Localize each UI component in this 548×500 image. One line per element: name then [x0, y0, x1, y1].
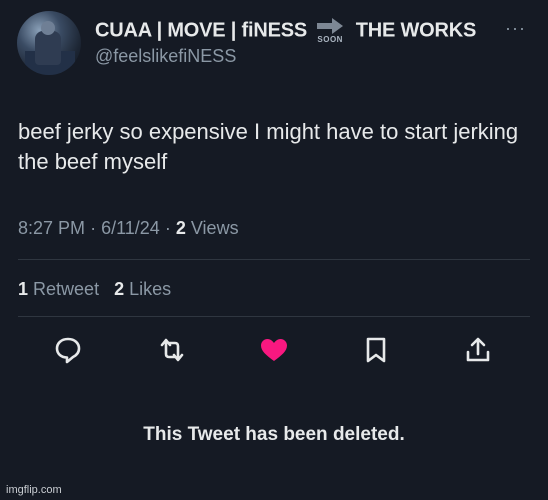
bookmark-icon[interactable]: [358, 332, 394, 368]
display-name-part1: CUAA | MOVE | fiNESS: [95, 19, 308, 42]
tweet-date[interactable]: 6/11/24: [101, 218, 160, 238]
retweet-icon[interactable]: [154, 332, 190, 368]
views-count: 2: [175, 218, 186, 238]
display-name[interactable]: CUAA | MOVE | fiNESS SOON THE WORKS: [95, 17, 476, 45]
likes-count: 2: [114, 279, 125, 299]
more-options-icon[interactable]: ···: [505, 18, 526, 39]
user-handle[interactable]: @feelslikefiNESS: [95, 46, 236, 67]
action-bar: [0, 332, 548, 368]
retweets-label: Retweet: [33, 279, 100, 299]
divider: [18, 316, 530, 317]
likes-stat[interactable]: 2 Likes: [114, 279, 171, 299]
tweet-text: beef jerky so expensive I might have to …: [18, 119, 519, 174]
retweets-stat[interactable]: 1 Retweet: [18, 279, 99, 299]
meta-separator: ·: [164, 218, 171, 238]
likes-label: Likes: [129, 279, 172, 299]
share-icon[interactable]: [460, 332, 496, 368]
tweet-time[interactable]: 8:27 PM: [18, 218, 85, 238]
soon-arrow-icon: SOON: [314, 17, 348, 45]
divider: [18, 259, 530, 260]
deleted-notice: This Tweet has been deleted.: [143, 424, 405, 445]
like-icon[interactable]: [256, 332, 292, 368]
reply-icon[interactable]: [50, 332, 86, 368]
retweets-count: 1: [18, 279, 29, 299]
soon-label: SOON: [317, 35, 343, 44]
tweet-card: CUAA | MOVE | fiNESS SOON THE WORKS @fee…: [0, 0, 548, 500]
avatar[interactable]: [17, 11, 81, 75]
tweet-meta: 8:27 PM · 6/11/24 · 2 Views: [18, 218, 239, 239]
watermark: imgflip.com: [6, 484, 62, 496]
meta-separator: ·: [90, 218, 97, 238]
display-name-part2: THE WORKS: [355, 19, 477, 42]
views-label: Views: [190, 218, 239, 238]
engagement-stats: 1 Retweet 2 Likes: [18, 279, 171, 300]
